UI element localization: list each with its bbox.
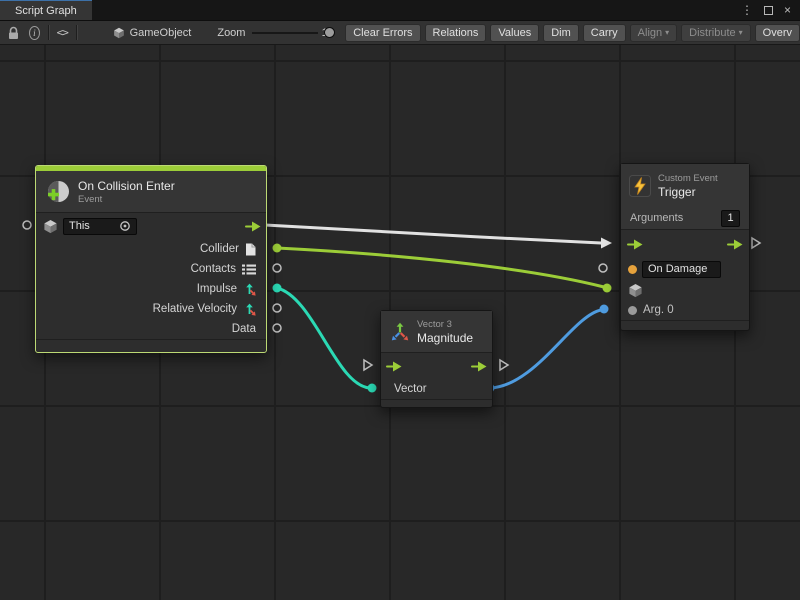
align-label: Align (638, 27, 662, 39)
node-type-label: Custom Event (658, 173, 718, 184)
toolbar-separator (76, 25, 77, 40)
vector3-arrows-icon (243, 283, 256, 296)
tab-script-graph[interactable]: Script Graph (0, 0, 92, 20)
arg0-label: Arg. 0 (643, 304, 674, 316)
window-controls: ⋮ × (741, 0, 800, 20)
event-name-port[interactable] (628, 265, 637, 274)
distribute-button[interactable]: Distribute ▾ (681, 24, 750, 42)
target-value: This (69, 220, 90, 232)
collision-event-icon (45, 179, 71, 205)
gameobject-breadcrumb[interactable]: GameObject (113, 27, 192, 39)
node-trigger-custom-event[interactable]: Custom Event Trigger Arguments 1 (620, 163, 750, 331)
carry-button[interactable]: Carry (583, 24, 626, 42)
arguments-label: Arguments (630, 212, 683, 224)
maximize-icon[interactable] (764, 6, 773, 15)
node-vector3-magnitude[interactable]: Vector 3 Magnitude (380, 310, 493, 408)
target-picker-icon[interactable] (119, 220, 131, 232)
arg0-port[interactable] (628, 306, 637, 315)
values-button[interactable]: Values (490, 24, 539, 42)
info-icon[interactable]: i (29, 26, 40, 40)
list-icon (242, 264, 256, 275)
gameobject-cube-icon (43, 219, 58, 234)
node-footer (36, 339, 266, 352)
lock-icon[interactable] (7, 26, 20, 40)
arguments-value: 1 (727, 212, 733, 224)
event-name-row: On Damage (621, 258, 749, 280)
zoom-slider-track (252, 32, 317, 34)
gameobject-cube-icon (628, 283, 643, 298)
relations-button[interactable]: Relations (425, 24, 487, 42)
node-title: Trigger (658, 185, 718, 199)
target-field[interactable]: This (63, 218, 137, 235)
node-footer (381, 399, 492, 407)
zoom-slider-knob[interactable] (324, 27, 335, 38)
script-graph-window: Script Graph ⋮ × i <> (0, 0, 800, 600)
port-label: Impulse (197, 283, 237, 295)
graph-toolbar: i <> GameObject Zoom 1x Clear Errors Rel… (0, 20, 800, 45)
chevron-down-icon: ▾ (739, 28, 743, 37)
node-title: On Collision Enter (78, 179, 175, 193)
port-row-impulse[interactable]: Impulse (36, 279, 266, 299)
node-type-label: Vector 3 (417, 319, 473, 330)
menu-icon[interactable]: ⋮ (741, 4, 753, 16)
chevron-down-icon: ▾ (665, 28, 669, 37)
event-target-row (621, 280, 749, 300)
arguments-row: Arguments 1 (621, 207, 749, 229)
control-input-arrow-icon[interactable] (386, 361, 402, 372)
distribute-label: Distribute (689, 27, 735, 39)
gameobject-label: GameObject (130, 27, 192, 39)
vector3-arrows-icon (243, 303, 256, 316)
port-label: Relative Velocity (153, 303, 237, 315)
port-row-collider[interactable]: Collider (36, 239, 266, 259)
port-label: Collider (200, 243, 239, 255)
event-name-value: On Damage (648, 263, 707, 275)
node-header: On Collision Enter Event (36, 171, 266, 213)
gameobject-cube-icon (113, 27, 125, 39)
lightning-icon (629, 175, 651, 197)
arg0-row: Arg. 0 (621, 300, 749, 320)
control-output-arrow-icon[interactable] (245, 221, 261, 232)
control-output-arrow-icon[interactable] (471, 361, 487, 372)
target-row: This (36, 213, 266, 239)
code-icon[interactable]: <> (57, 26, 68, 39)
document-icon (245, 243, 256, 256)
overview-button[interactable]: Overv (755, 24, 800, 42)
node-title: Magnitude (417, 331, 473, 345)
node-header: Vector 3 Magnitude (381, 311, 492, 353)
zoom-label: Zoom (217, 27, 245, 39)
event-name-field[interactable]: On Damage (642, 261, 721, 278)
port-label: Data (232, 323, 256, 335)
node-subtitle: Event (78, 194, 175, 205)
port-row-relative-velocity[interactable]: Relative Velocity (36, 299, 266, 319)
control-row (621, 230, 749, 258)
window-titlebar: Script Graph ⋮ × (0, 0, 800, 20)
align-button[interactable]: Align ▾ (630, 24, 677, 42)
zoom-slider[interactable] (252, 25, 317, 41)
node-header: Custom Event Trigger Arguments 1 (621, 164, 749, 230)
vector3-icon (390, 322, 410, 342)
arguments-field[interactable]: 1 (721, 210, 740, 227)
node-on-collision-enter[interactable]: On Collision Enter Event This (35, 165, 267, 353)
dim-button[interactable]: Dim (543, 24, 579, 42)
toolbar-separator (48, 25, 49, 40)
vector-input-row[interactable]: Vector (381, 379, 492, 399)
port-label: Vector (394, 383, 427, 395)
tab-title: Script Graph (15, 5, 77, 17)
port-row-data[interactable]: Data (36, 319, 266, 339)
control-output-arrow-icon[interactable] (727, 239, 743, 250)
info-icon-letter: i (33, 28, 36, 38)
control-row (381, 353, 492, 379)
port-label: Contacts (191, 263, 236, 275)
control-input-arrow-icon[interactable] (627, 239, 643, 250)
close-icon[interactable]: × (784, 4, 791, 16)
clear-errors-button[interactable]: Clear Errors (345, 24, 420, 42)
port-row-contacts[interactable]: Contacts (36, 259, 266, 279)
node-footer (621, 320, 749, 330)
